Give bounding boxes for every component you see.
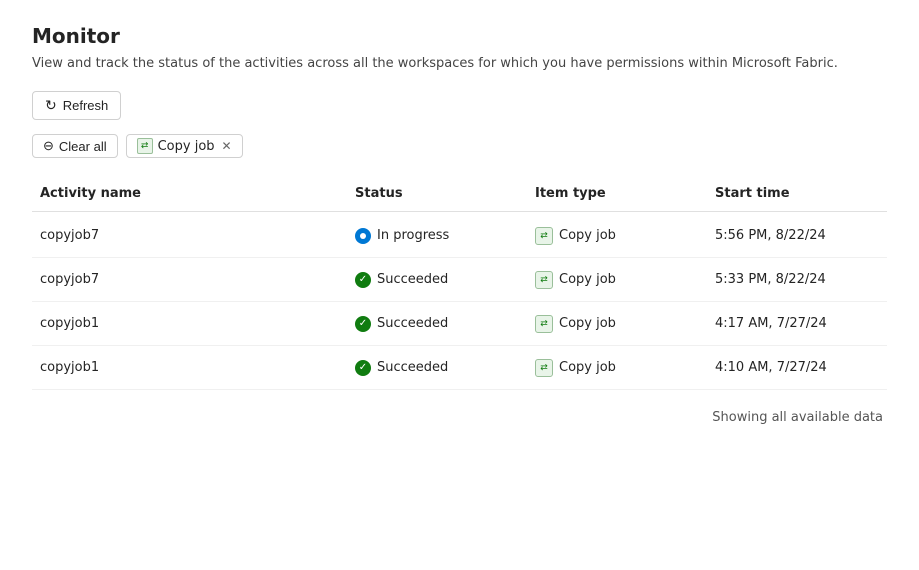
col-header-starttime: Start time (707, 182, 887, 205)
clear-all-icon: ⊖ (43, 138, 54, 154)
cell-activity-name: copyjob7 (32, 264, 347, 295)
copy-job-icon: ⇄ (535, 359, 553, 377)
cell-start-time: 5:33 PM, 8/22/24 (707, 264, 887, 295)
status-text: In progress (377, 228, 449, 243)
refresh-label: Refresh (63, 98, 109, 113)
clear-all-label: Clear all (59, 139, 107, 154)
copy-job-icon: ⇄ (535, 227, 553, 245)
filter-chip-label: Copy job (158, 139, 215, 154)
copy-job-icon: ⇄ (535, 271, 553, 289)
cell-activity-name: copyjob7 (32, 220, 347, 251)
cell-status: In progress (347, 220, 527, 252)
status-text: Succeeded (377, 316, 448, 331)
item-type-text: Copy job (559, 272, 616, 287)
cell-item-type: ⇄ Copy job (527, 263, 707, 297)
filter-bar: ⊖ Clear all ⇄ Copy job ✕ (32, 134, 887, 158)
activity-table: Activity name Status Item type Start tim… (32, 176, 887, 390)
refresh-icon: ↻ (45, 97, 57, 114)
cell-activity-name: copyjob1 (32, 308, 347, 339)
status-text: Succeeded (377, 360, 448, 375)
table-body: copyjob7 In progress ⇄ Copy job 5:56 PM, 8/2… (32, 214, 887, 390)
col-header-status: Status (347, 182, 527, 205)
succeeded-icon: ✓ (355, 360, 371, 376)
item-type-text: Copy job (559, 316, 616, 331)
cell-status: ✓ Succeeded (347, 352, 527, 384)
toolbar: ↻ Refresh (32, 91, 887, 120)
col-header-itemtype: Item type (527, 182, 707, 205)
copy-job-icon: ⇄ (535, 315, 553, 333)
cell-item-type: ⇄ Copy job (527, 219, 707, 253)
col-header-activity: Activity name (32, 182, 347, 205)
clear-all-button[interactable]: ⊖ Clear all (32, 134, 118, 158)
page-subtitle: View and track the status of the activit… (32, 56, 887, 71)
table-row[interactable]: copyjob1 ✓ Succeeded ⇄ Copy job 4:10 AM, 7/27… (32, 346, 887, 390)
cell-status: ✓ Succeeded (347, 264, 527, 296)
table-row[interactable]: copyjob7 ✓ Succeeded ⇄ Copy job 5:33 PM, 8/22… (32, 258, 887, 302)
filter-chip-close-icon[interactable]: ✕ (222, 139, 232, 153)
table-row[interactable]: copyjob1 ✓ Succeeded ⇄ Copy job 4:17 AM, 7/27… (32, 302, 887, 346)
showing-all-text: Showing all available data (32, 410, 887, 425)
cell-item-type: ⇄ Copy job (527, 307, 707, 341)
page-title: Monitor (32, 24, 887, 48)
status-text: Succeeded (377, 272, 448, 287)
cell-status: ✓ Succeeded (347, 308, 527, 340)
table-row[interactable]: copyjob7 In progress ⇄ Copy job 5:56 PM, 8/2… (32, 214, 887, 258)
cell-start-time: 4:17 AM, 7/27/24 (707, 308, 887, 339)
succeeded-icon: ✓ (355, 316, 371, 332)
cell-start-time: 4:10 AM, 7/27/24 (707, 352, 887, 383)
filter-chip-copyjob: ⇄ Copy job ✕ (126, 134, 243, 158)
succeeded-icon: ✓ (355, 272, 371, 288)
filter-chip-icon: ⇄ (137, 138, 153, 154)
cell-item-type: ⇄ Copy job (527, 351, 707, 385)
cell-activity-name: copyjob1 (32, 352, 347, 383)
item-type-text: Copy job (559, 360, 616, 375)
item-type-text: Copy job (559, 228, 616, 243)
in-progress-icon (355, 228, 371, 244)
table-header: Activity name Status Item type Start tim… (32, 176, 887, 212)
refresh-button[interactable]: ↻ Refresh (32, 91, 121, 120)
cell-start-time: 5:56 PM, 8/22/24 (707, 220, 887, 251)
